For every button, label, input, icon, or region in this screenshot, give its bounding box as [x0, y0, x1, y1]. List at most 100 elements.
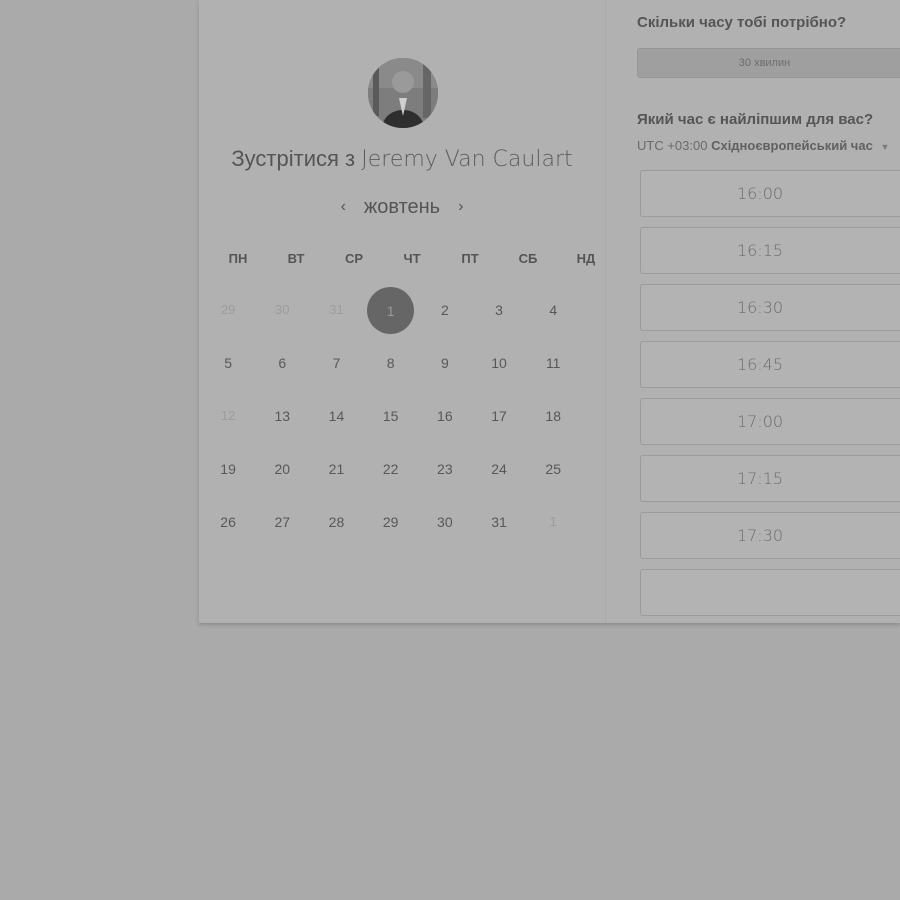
- weekday-label: ВТ: [287, 251, 305, 266]
- calendar-day[interactable]: 15: [364, 393, 418, 446]
- calendar-day[interactable]: 4: [526, 287, 580, 340]
- calendar-day-number: 8: [386, 355, 395, 371]
- calendar-day[interactable]: 19: [201, 446, 255, 499]
- time-slot-list: 16:00 16:15 16:30 16:45 17:00 17:15 17:3…: [640, 170, 900, 623]
- avatar: [368, 58, 438, 128]
- calendar-day: 30: [255, 287, 309, 340]
- calendar-day-number: 31: [329, 302, 344, 317]
- weekday-label: СБ: [518, 251, 538, 266]
- calendar-day-number: 28: [328, 514, 345, 530]
- calendar-day[interactable]: 17: [472, 393, 526, 446]
- time-slot[interactable]: 17:30: [640, 512, 900, 559]
- calendar-day[interactable]: 3: [472, 287, 526, 340]
- calendar-day[interactable]: 5: [201, 340, 255, 393]
- caret-down-icon: ▼: [880, 142, 890, 152]
- chevron-right-icon[interactable]: ›: [454, 198, 467, 216]
- calendar-day-number: 18: [545, 408, 561, 424]
- calendar-day[interactable]: 13: [255, 393, 309, 446]
- timezone-select[interactable]: UTC +03:00 Східноєвропейський час ▼: [637, 138, 889, 153]
- weekday-label: ПН: [228, 251, 248, 266]
- weekday-label: СР: [344, 251, 364, 266]
- calendar-day[interactable]: 28: [309, 499, 363, 552]
- calendar-day-number: 16: [437, 408, 453, 424]
- calendar-panel: Зустрітися з Jeremy Van Caulart ‹ жовтен…: [199, 0, 606, 623]
- calendar-day-number: 6: [278, 355, 287, 371]
- calendar-day[interactable]: 20: [255, 446, 309, 499]
- calendar-day-number: 24: [491, 461, 507, 477]
- calendar-day[interactable]: 30: [418, 499, 472, 552]
- calendar-day[interactable]: 9: [418, 340, 472, 393]
- calendar-day[interactable]: 14: [309, 393, 363, 446]
- calendar-day[interactable]: 22: [364, 446, 418, 499]
- weekday-label: ПТ: [461, 251, 479, 266]
- calendar-day-number: 5: [224, 355, 232, 371]
- calendar-day[interactable]: 26: [201, 499, 255, 552]
- month-label: жовтень: [363, 195, 441, 218]
- time-question: Який час є найліпшим для вас?: [637, 111, 874, 128]
- calendar-day-number: 9: [440, 355, 449, 371]
- calendar-day-number: 1: [549, 514, 557, 529]
- calendar-day-number: 1: [367, 287, 415, 334]
- calendar-day[interactable]: 8: [364, 340, 418, 393]
- weekday-header: ПН ВТ СР ЧТ ПТ СБ НД: [209, 251, 599, 266]
- chevron-left-icon[interactable]: ‹: [337, 198, 350, 216]
- title-prefix: Зустрітися з: [231, 146, 356, 171]
- calendar-day-number: 15: [382, 408, 399, 424]
- calendar-day-number: 22: [382, 461, 399, 477]
- calendar-day-number: 13: [274, 408, 291, 424]
- calendar-day[interactable]: 7: [309, 340, 363, 393]
- calendar-day[interactable]: 31: [472, 499, 526, 552]
- calendar-day-number: 4: [549, 302, 558, 318]
- calendar-day-number: 12: [220, 408, 236, 423]
- calendar-day-number: 21: [328, 461, 345, 477]
- calendar-day-number: 26: [220, 514, 236, 530]
- calendar-day[interactable]: 18: [526, 393, 580, 446]
- page-title: Зустрітися з Jeremy Van Caulart: [199, 146, 605, 172]
- time-panel: Скільки часу тобі потрібно? 30 хвилин Як…: [606, 0, 900, 623]
- calendar-day[interactable]: 2: [418, 287, 472, 340]
- calendar-day[interactable]: 6: [255, 340, 309, 393]
- timezone-name: Східноєвропейський час: [711, 138, 873, 153]
- time-slot[interactable]: 17:00: [640, 398, 900, 445]
- calendar-day-number: 20: [274, 461, 291, 477]
- calendar-day[interactable]: 25: [526, 446, 580, 499]
- calendar-day[interactable]: 10: [472, 340, 526, 393]
- timezone-offset: UTC +03:00: [637, 138, 708, 153]
- calendar-day[interactable]: 27: [255, 499, 309, 552]
- duration-select[interactable]: 30 хвилин: [637, 48, 900, 78]
- calendar-day-number: 29: [382, 514, 399, 530]
- time-slot[interactable]: [640, 569, 900, 616]
- time-slot[interactable]: 16:30: [640, 284, 900, 331]
- calendar-day-number: 31: [491, 514, 507, 530]
- calendar-day[interactable]: 16: [418, 393, 472, 446]
- time-slot[interactable]: 16:45: [640, 341, 900, 388]
- calendar-day[interactable]: 23: [418, 446, 472, 499]
- calendar-day-number: 10: [491, 355, 507, 371]
- month-navigation: ‹ жовтень ›: [199, 192, 605, 222]
- time-slot[interactable]: 16:00: [640, 170, 900, 217]
- calendar-day-number: 11: [545, 355, 561, 371]
- calendar-day[interactable]: 21: [309, 446, 363, 499]
- calendar-day-number: 23: [437, 461, 453, 477]
- calendar-day: 12: [201, 393, 255, 446]
- time-slot[interactable]: 16:15: [640, 227, 900, 274]
- scheduler-card: Зустрітися з Jeremy Van Caulart ‹ жовтен…: [199, 0, 900, 623]
- calendar-day-number: 7: [332, 355, 341, 371]
- calendar-day[interactable]: 29: [364, 499, 418, 552]
- calendar-day-number: 2: [440, 302, 449, 318]
- calendar-day[interactable]: 11: [526, 340, 580, 393]
- weekday-label: ЧТ: [403, 251, 421, 266]
- calendar-day-number: 27: [274, 514, 291, 530]
- calendar-day[interactable]: 24: [472, 446, 526, 499]
- calendar-day-number: 25: [545, 461, 561, 477]
- duration-question: Скільки часу тобі потрібно?: [637, 14, 847, 31]
- calendar-day-number: 30: [437, 514, 453, 530]
- calendar-day-selected[interactable]: 1: [364, 287, 418, 340]
- host-name: Jeremy Van Caulart: [361, 147, 573, 172]
- calendar-day-number: 30: [275, 302, 290, 317]
- time-slot[interactable]: 17:15: [640, 455, 900, 502]
- calendar-day-number: 29: [220, 302, 236, 317]
- calendar-day-number: 17: [491, 408, 507, 424]
- calendar-day-number: 19: [220, 461, 236, 477]
- calendar-day: 1: [526, 499, 580, 552]
